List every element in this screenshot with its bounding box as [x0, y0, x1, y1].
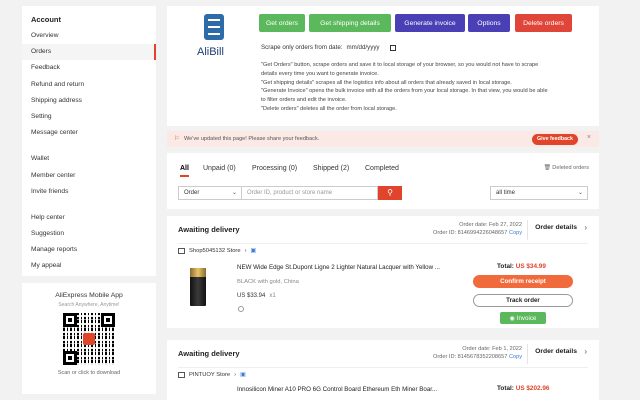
time-range-select[interactable]: all time ⌄ — [490, 186, 588, 200]
qr-code[interactable] — [63, 313, 115, 365]
sidebar-item-orders[interactable]: Orders — [22, 44, 156, 61]
sidebar-item-my-appeal[interactable]: My appeal — [22, 258, 156, 274]
product-title[interactable]: Innosilicon Miner A10 PRO 6G Control Boa… — [237, 386, 437, 393]
product-image[interactable] — [181, 264, 221, 310]
order-card: Awaiting delivery Order date: Feb 1, 202… — [167, 340, 599, 400]
copy-link[interactable]: Copy — [509, 230, 522, 236]
app-promo-subtitle: Search Anywhere, Anytime! — [58, 302, 120, 308]
options-button[interactable]: Options — [468, 14, 510, 32]
feedback-banner-text: We've updated this page! Please share yo… — [184, 135, 320, 142]
scrape-date-input[interactable]: mm/dd/yyyy — [347, 44, 396, 51]
search-button[interactable]: ⚲ — [378, 186, 402, 200]
order-card: Awaiting delivery Order date: Feb 27, 20… — [167, 216, 599, 328]
calendar-icon[interactable] — [389, 44, 396, 51]
invoice-button[interactable]: ◉ Invoice — [500, 312, 546, 324]
tab-shipped[interactable]: Shipped (2) — [313, 165, 349, 172]
order-id: Order ID: 8146994226048657 — [433, 230, 508, 236]
close-icon[interactable]: × — [587, 134, 591, 141]
product-price: US $33.94 x1 — [237, 293, 276, 299]
delete-orders-button[interactable]: Delete orders — [515, 14, 572, 32]
order-status: Awaiting delivery — [178, 349, 240, 358]
tab-all[interactable]: All — [180, 165, 189, 172]
alibill-panel: AliBill Get orders Get shipping details … — [167, 6, 599, 126]
product-title[interactable]: NEW Wide Edge St.Dupont Ligne 2 Lighter … — [237, 264, 440, 271]
app-promo-caption: Scan or click to download — [57, 370, 121, 376]
active-tab-indicator — [180, 175, 189, 177]
order-status: Awaiting delivery — [178, 225, 240, 234]
sidebar-item-member-center[interactable]: Member center — [22, 168, 156, 184]
orders-filter-panel: All Unpaid (0) Processing (0) Shipped (2… — [167, 153, 599, 209]
sidebar-heading: Account — [31, 15, 61, 24]
order-date: Order date: Feb 27, 2022 — [459, 222, 522, 228]
order-meta: Order date: Feb 27, 2022 Order ID: 81469… — [401, 221, 522, 237]
sidebar-item-refund[interactable]: Refund and return — [22, 77, 156, 93]
confirm-receipt-button[interactable]: Confirm receipt — [473, 275, 573, 288]
sidebar-item-message-center[interactable]: Message center — [22, 125, 156, 141]
chevron-down-icon: ⌄ — [577, 190, 583, 196]
store-row: PINTUOY Store › ▣ — [178, 371, 246, 378]
chevron-right-icon[interactable]: › — [245, 248, 247, 254]
scrape-date-label: Scrape only orders from date: — [261, 44, 343, 51]
sidebar-item-wallet[interactable]: Wallet — [22, 151, 156, 167]
order-filter-select[interactable]: Order ⌄ — [178, 186, 242, 200]
chat-icon[interactable]: ▣ — [251, 247, 257, 254]
chat-icon[interactable]: ▣ — [240, 371, 246, 378]
track-order-button[interactable]: Track order — [473, 294, 573, 307]
sidebar-item-suggestion[interactable]: Suggestion — [22, 226, 156, 242]
invoice-icon: ◉ — [509, 314, 516, 322]
deleted-orders-link[interactable]: 🗑 Deleted orders — [544, 165, 589, 171]
sidebar-item-invite-friends[interactable]: Invite friends — [22, 184, 156, 200]
get-orders-button[interactable]: Get orders — [259, 14, 305, 32]
search-input[interactable]: Order ID, product or store name — [242, 186, 378, 200]
copy-link[interactable]: Copy — [509, 354, 522, 360]
chevron-down-icon: ⌄ — [231, 190, 237, 196]
store-icon — [178, 247, 185, 254]
search-icon: ⚲ — [387, 188, 393, 197]
sidebar-item-overview[interactable]: Overview — [22, 28, 156, 44]
order-id: Order ID: 8145678352208657 — [433, 354, 508, 360]
account-sidebar: Account Overview Orders Feedback Refund … — [22, 6, 156, 276]
tab-unpaid[interactable]: Unpaid (0) — [203, 165, 236, 172]
product-variant: BLACK with gold, China — [237, 279, 299, 285]
order-meta: Order date: Feb 1, 2022 Order ID: 814567… — [401, 345, 522, 361]
document-icon — [204, 14, 224, 42]
give-feedback-button[interactable]: Give feedback — [532, 133, 578, 145]
order-total: Total: US $202.96 — [497, 385, 550, 392]
store-row: Shop5045132 Store › ▣ — [178, 247, 256, 254]
chevron-right-icon[interactable]: › — [584, 223, 587, 232]
generate-invoice-button[interactable]: Generate invoice — [395, 14, 465, 32]
order-details-link[interactable]: Order details — [535, 224, 577, 231]
sidebar-item-setting[interactable]: Setting — [22, 109, 156, 125]
chevron-right-icon[interactable]: › — [234, 372, 236, 378]
mobile-app-promo[interactable]: AliExpress Mobile App Search Anywhere, A… — [22, 283, 156, 394]
order-total: Total: US $34.99 — [497, 263, 546, 270]
tab-completed[interactable]: Completed — [365, 165, 399, 172]
feedback-banner: ⚐ We've updated this page! Please share … — [167, 131, 599, 147]
alibill-logo-text: AliBill — [197, 46, 224, 58]
sidebar-item-manage-reports[interactable]: Manage reports — [22, 242, 156, 258]
app-promo-title: AliExpress Mobile App — [55, 292, 123, 299]
trash-icon: 🗑 — [543, 165, 551, 171]
protection-icon — [238, 306, 244, 312]
alibill-description: "Get Orders" button, scrape orders and s… — [261, 62, 548, 112]
get-shipping-details-button[interactable]: Get shipping details — [309, 14, 391, 32]
scrape-date-row: Scrape only orders from date: mm/dd/yyyy — [261, 44, 396, 51]
tab-processing[interactable]: Processing (0) — [252, 165, 297, 172]
sidebar-item-feedback[interactable]: Feedback — [22, 60, 156, 76]
order-details-link[interactable]: Order details — [535, 348, 577, 355]
store-icon — [178, 371, 185, 378]
product-qty: x1 — [269, 293, 276, 299]
app-logo-icon — [83, 333, 95, 345]
sidebar-item-shipping-address[interactable]: Shipping address — [22, 93, 156, 109]
order-date: Order date: Feb 1, 2022 — [462, 346, 522, 352]
chevron-right-icon[interactable]: › — [584, 347, 587, 356]
megaphone-icon: ⚐ — [174, 136, 180, 142]
store-name[interactable]: PINTUOY Store — [189, 372, 230, 378]
store-name[interactable]: Shop5045132 Store — [189, 248, 241, 254]
sidebar-item-help-center[interactable]: Help center — [22, 210, 156, 226]
